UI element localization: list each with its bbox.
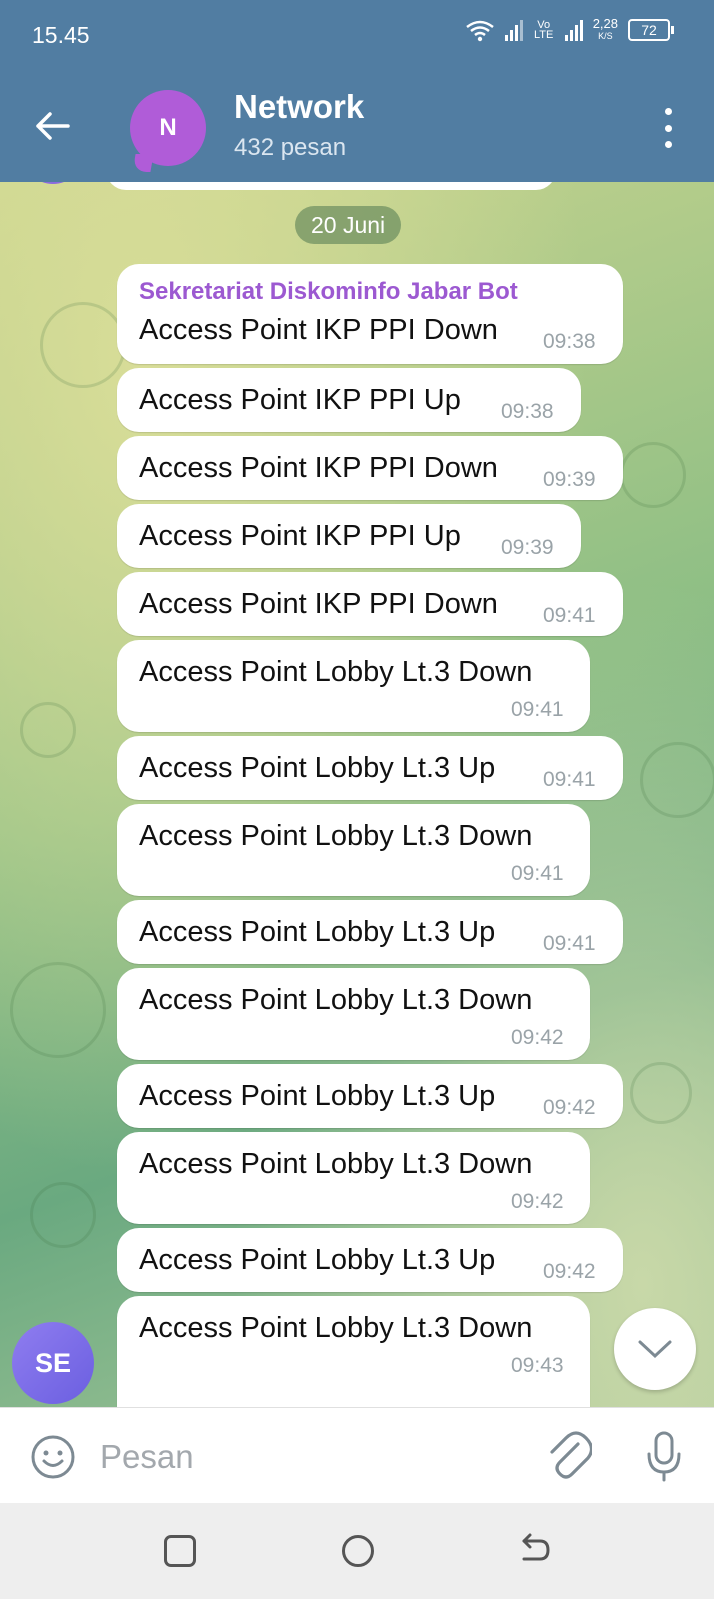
net-speed-unit: K/S	[598, 31, 613, 41]
message-time: 09:39	[543, 468, 596, 491]
recent-apps-icon[interactable]	[164, 1535, 196, 1567]
background-doodle	[10, 962, 106, 1058]
background-doodle	[30, 1182, 96, 1248]
chat-title[interactable]: Network	[234, 88, 364, 126]
message-time: 09:38	[501, 400, 554, 423]
sender-avatar[interactable]: SE	[12, 1322, 94, 1404]
message-bubble[interactable]: Access Point Lobby Lt.3 Down 09:41	[117, 640, 590, 732]
message-bubble[interactable]: Access Point IKP PPI Down 09:41	[117, 572, 623, 636]
message-sender[interactable]: Sekretariat Diskominfo Jabar Bot	[139, 278, 518, 306]
message-text: Access Point IKP PPI Down	[139, 588, 498, 620]
microphone-icon[interactable]	[644, 1430, 684, 1484]
chat-area[interactable]: 20 Juni Sekretariat Diskominfo Jabar Bot…	[0, 182, 714, 1407]
message-time: 09:38	[543, 330, 596, 353]
message-bubble[interactable]: Access Point IKP PPI Down 09:39	[117, 436, 623, 500]
message-bubble[interactable]: Access Point Lobby Lt.3 Up 09:42	[117, 1064, 623, 1128]
signal-icon-2	[564, 19, 583, 41]
message-time: 09:42	[543, 1096, 596, 1119]
message-time: 09:41	[543, 768, 596, 791]
background-doodle	[640, 742, 714, 818]
date-chip: 20 Juni	[295, 206, 402, 244]
previous-avatar	[22, 182, 84, 184]
chevron-down-icon	[638, 1340, 672, 1359]
message-bubble[interactable]: Access Point Lobby Lt.3 Up 09:41	[117, 736, 623, 800]
message-count: 432 pesan	[234, 134, 347, 161]
message-text: Access Point Lobby Lt.3 Down	[139, 820, 533, 852]
home-icon[interactable]	[342, 1535, 374, 1567]
message-text: Access Point IKP PPI Down	[139, 452, 498, 484]
battery-icon: 72	[628, 19, 674, 41]
message-text: Access Point Lobby Lt.3 Up	[139, 1080, 496, 1112]
message-time: 09:39	[501, 536, 554, 559]
message-text: Access Point Lobby Lt.3 Down	[139, 1312, 533, 1344]
background-doodle	[20, 702, 76, 758]
smiley-icon[interactable]	[30, 1434, 76, 1480]
message-input-bar	[0, 1407, 714, 1504]
message-time: 09:41	[543, 932, 596, 955]
chat-avatar[interactable]: N	[130, 90, 206, 166]
status-time: 15.45	[32, 22, 90, 48]
message-text: Access Point Lobby Lt.3 Down	[139, 1148, 533, 1180]
message-bubble[interactable]: Access Point IKP PPI Up 09:38	[117, 368, 581, 432]
message-text: Access Point Lobby Lt.3 Down	[139, 984, 533, 1016]
status-icons: Vo LTE 2,28 K/S 72	[465, 16, 674, 42]
message-bubble[interactable]: Access Point Lobby Lt.3 Down 09:42	[117, 968, 590, 1060]
message-text: Access Point Lobby Lt.3 Up	[139, 916, 496, 948]
system-back-icon[interactable]	[518, 1531, 552, 1567]
message-bubble[interactable]: Sekretariat Diskominfo Jabar Bot Access …	[117, 264, 623, 364]
message-bubble[interactable]: Access Point Lobby Lt.3 Up 09:41	[117, 900, 623, 964]
back-arrow-icon[interactable]	[30, 104, 74, 148]
message-text: Access Point IKP PPI Down	[139, 314, 498, 346]
message-time: 09:43	[511, 1354, 564, 1377]
scroll-down-button[interactable]	[614, 1308, 696, 1390]
message-bubble[interactable]: Access Point Lobby Lt.3 Down 09:42	[117, 1132, 590, 1224]
previous-message-bubble	[106, 182, 556, 190]
paperclip-icon[interactable]	[546, 1430, 592, 1482]
message-bubble[interactable]: Access Point Lobby Lt.3 Up 09:42	[117, 1228, 623, 1292]
background-doodle	[40, 302, 126, 388]
background-doodle	[630, 1062, 692, 1124]
status-bar: 15.45 Vo LTE 2,28 K/S 72	[0, 0, 714, 72]
message-time: 09:41	[543, 604, 596, 627]
message-text: Access Point IKP PPI Up	[139, 384, 461, 416]
message-time: 09:41	[511, 862, 564, 885]
message-time: 09:42	[511, 1026, 564, 1049]
message-time: 09:41	[511, 698, 564, 721]
message-text: Access Point IKP PPI Up	[139, 520, 461, 552]
message-bubble[interactable]: Access Point Lobby Lt.3 Down 09:41	[117, 804, 590, 896]
more-vert-icon[interactable]	[662, 108, 674, 148]
signal-icon	[504, 19, 523, 41]
message-text: Access Point Lobby Lt.3 Up	[139, 1244, 496, 1276]
net-speed-value: 2,28	[592, 16, 618, 31]
net-speed: 2,28 K/S	[592, 16, 618, 42]
network-type: Vo LTE	[534, 19, 554, 41]
system-nav-bar	[0, 1503, 714, 1599]
wifi-icon	[465, 20, 494, 42]
chat-header: N Network 432 pesan	[0, 72, 714, 182]
message-text: Access Point Lobby Lt.3 Down	[139, 656, 533, 688]
message-bubble[interactable]: Access Point IKP PPI Up 09:39	[117, 504, 581, 568]
message-input[interactable]	[98, 1428, 522, 1486]
message-time: 09:42	[543, 1260, 596, 1283]
message-time: 09:42	[511, 1190, 564, 1213]
background-doodle	[620, 442, 686, 508]
message-bubble[interactable]: Access Point Lobby Lt.3 Down 09:43	[117, 1296, 590, 1407]
message-text: Access Point Lobby Lt.3 Up	[139, 752, 496, 784]
